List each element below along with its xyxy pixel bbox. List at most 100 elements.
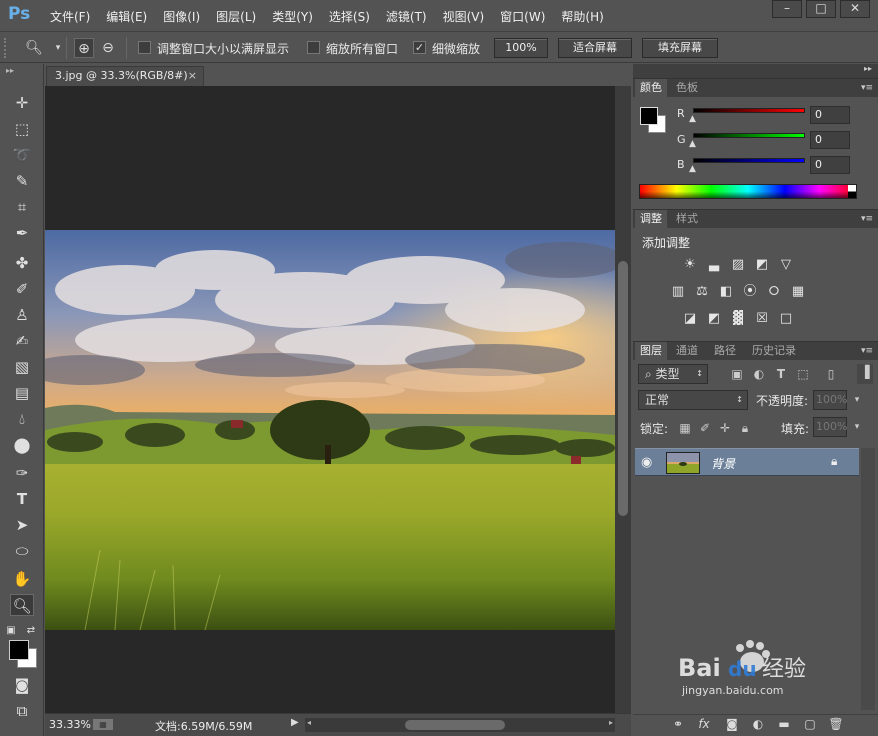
zoom-tool-icon[interactable]: 🔍︎ — [10, 594, 34, 616]
tab-color[interactable]: 颜色 — [635, 79, 667, 97]
filter-smart-object-icon[interactable]: ▯ — [823, 366, 839, 382]
filter-adjustment-icon[interactable]: ◐ — [751, 366, 767, 382]
layer-name[interactable]: 背景 — [711, 455, 735, 472]
menu-item-4[interactable]: 类型(Y) — [272, 8, 313, 25]
brightness-contrast-icon[interactable]: ☀ — [681, 257, 699, 273]
document-image[interactable] — [45, 230, 615, 630]
filter-pixel-icon[interactable]: ▣ — [729, 366, 745, 382]
quick-selection-tool-icon[interactable]: ✎ — [10, 170, 34, 192]
close-icon[interactable]: ✕ — [840, 0, 870, 18]
black-white-icon[interactable]: ◧ — [717, 284, 735, 300]
healing-brush-tool-icon[interactable]: ✤ — [10, 252, 34, 274]
threshold-icon[interactable]: ▓ — [729, 311, 747, 327]
new-adjustment-layer-icon[interactable]: ◐ — [749, 716, 767, 732]
foreground-color-swatch[interactable] — [9, 640, 29, 660]
delete-layer-icon[interactable]: 🗑︎ — [827, 716, 845, 732]
move-tool-icon[interactable]: ✛ — [10, 92, 34, 114]
lock-pixels-icon[interactable]: ✐ — [697, 420, 713, 436]
new-layer-icon[interactable]: ▢ — [801, 716, 819, 732]
channel-b-input[interactable]: 0 — [810, 156, 850, 174]
scrubby-zoom-checkbox[interactable]: ✓ — [413, 41, 426, 54]
lock-transparent-icon[interactable]: ▦ — [677, 420, 693, 436]
clone-stamp-tool-icon[interactable]: ♙ — [10, 304, 34, 326]
layer-row[interactable]: ◉ 背景 🔒︎ — [635, 448, 859, 476]
vertical-scrollbar[interactable] — [615, 86, 631, 713]
channel-mixer-icon[interactable]: ⭘ — [765, 284, 783, 300]
zoom-tool-preset-icon[interactable]: 🔍︎ — [24, 38, 44, 58]
ellipse-tool-icon[interactable]: ⬭ — [10, 540, 34, 562]
color-balance-icon[interactable]: ⚖ — [693, 284, 711, 300]
tab-swatches[interactable]: 色板 — [671, 79, 703, 97]
minimize-icon[interactable]: – — [772, 0, 802, 18]
slider-knob-icon[interactable]: ▲ — [689, 164, 696, 174]
gradient-tool-icon[interactable]: ▤ — [10, 382, 34, 404]
eraser-tool-icon[interactable]: ▧ — [10, 356, 34, 378]
crop-tool-icon[interactable]: ⌗ — [10, 196, 34, 218]
chevron-down-icon[interactable]: ▾ — [849, 419, 865, 435]
selective-color-icon[interactable]: ☒ — [753, 311, 771, 327]
lasso-tool-icon[interactable]: ➰ — [10, 144, 34, 166]
hand-tool-icon[interactable]: ✋ — [10, 568, 34, 590]
menu-item-3[interactable]: 图层(L) — [216, 8, 256, 25]
add-mask-icon[interactable]: ◙ — [723, 716, 741, 732]
panel-menu-icon[interactable]: ▾≡ — [861, 210, 873, 228]
invert-icon[interactable]: ◪ — [681, 311, 699, 327]
layers-scrollbar[interactable] — [861, 448, 875, 710]
tab-paths[interactable]: 路径 — [709, 342, 741, 360]
document-tab[interactable]: 3.jpg @ 33.3%(RGB/8#) × — [46, 66, 204, 86]
lock-position-icon[interactable]: ✛ — [717, 420, 733, 436]
resize-windows-checkbox[interactable] — [138, 41, 151, 54]
menu-item-1[interactable]: 编辑(E) — [106, 8, 147, 25]
zoom-in-icon[interactable]: ⊕ — [74, 38, 94, 58]
filter-toggle[interactable]: ▐ — [857, 364, 873, 384]
color-lookup-icon[interactable]: ▦ — [789, 284, 807, 300]
panel-menu-icon[interactable]: ▾≡ — [861, 342, 873, 360]
default-colors-icon[interactable]: ▣ — [4, 620, 18, 642]
foreground-color-chip[interactable] — [640, 107, 658, 125]
fill-screen-button[interactable]: 填充屏幕 — [642, 38, 718, 58]
slider-knob-icon[interactable]: ▲ — [689, 114, 696, 124]
menu-item-5[interactable]: 选择(S) — [329, 8, 370, 25]
marquee-tool-icon[interactable]: ⬚ — [10, 118, 34, 140]
channel-r-input[interactable]: 0 — [810, 106, 850, 124]
layer-style-icon[interactable]: fx — [695, 716, 713, 732]
status-menu-arrow-icon[interactable]: ▶ — [291, 717, 299, 728]
black-white-swatch[interactable] — [848, 185, 856, 198]
tab-layers[interactable]: 图层 — [635, 342, 667, 360]
horizontal-scrollbar[interactable]: ◂ ▸ — [305, 718, 615, 732]
channel-g-slider[interactable] — [693, 133, 805, 138]
gradient-map-icon[interactable]: □ — [777, 311, 795, 327]
collapse-icon[interactable]: ▸▸ — [6, 66, 14, 75]
layer-filter-kind[interactable]: ⌕ 类型 ↕ — [638, 364, 708, 384]
brush-tool-icon[interactable]: ✐ — [10, 278, 34, 300]
zoom-out-icon[interactable]: ⊖ — [98, 38, 118, 58]
link-layers-icon[interactable]: ⚭ — [669, 716, 687, 732]
dodge-tool-icon[interactable]: ⬤ — [10, 434, 34, 456]
chevron-down-icon[interactable]: ▾ — [849, 392, 865, 408]
chevron-down-icon[interactable]: ▾ — [48, 38, 68, 58]
levels-icon[interactable]: ▃ — [705, 257, 723, 273]
hue-saturation-icon[interactable]: ▥ — [669, 284, 687, 300]
zoom-all-windows-checkbox[interactable] — [307, 41, 320, 54]
tab-adjustments[interactable]: 调整 — [635, 210, 667, 228]
new-group-icon[interactable]: ▬ — [775, 716, 793, 732]
type-tool-icon[interactable]: T — [10, 488, 34, 510]
eye-icon[interactable]: ◉ — [641, 455, 652, 470]
channel-g-input[interactable]: 0 — [810, 131, 850, 149]
tab-history[interactable]: 历史记录 — [747, 342, 801, 360]
channel-b-slider[interactable] — [693, 158, 805, 163]
canvas-area[interactable] — [45, 86, 615, 713]
panel-menu-icon[interactable]: ▾≡ — [861, 79, 873, 97]
close-icon[interactable]: × — [188, 67, 197, 85]
pen-tool-icon[interactable]: ✑ — [10, 462, 34, 484]
tab-channels[interactable]: 通道 — [671, 342, 703, 360]
tab-styles[interactable]: 样式 — [671, 210, 703, 228]
filter-type-icon[interactable]: T — [773, 366, 789, 382]
history-brush-tool-icon[interactable]: ✍ — [10, 330, 34, 352]
actual-pixels-button[interactable]: 100% — [494, 38, 548, 58]
exposure-icon[interactable]: ◩ — [753, 257, 771, 273]
menu-item-0[interactable]: 文件(F) — [50, 8, 90, 25]
lock-all-icon[interactable]: 🔒︎ — [737, 420, 753, 436]
fill-input[interactable]: 100% — [813, 417, 847, 437]
menu-item-9[interactable]: 帮助(H) — [561, 8, 603, 25]
